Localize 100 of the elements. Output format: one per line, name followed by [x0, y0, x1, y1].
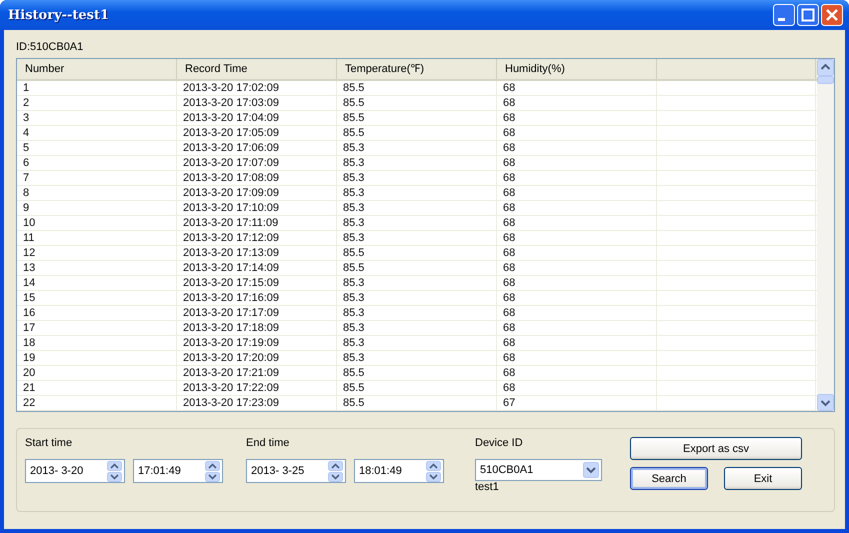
- table-cell: 2: [17, 96, 177, 110]
- table-cell: 68: [497, 261, 657, 275]
- close-button[interactable]: [821, 4, 843, 26]
- table-cell: 85.5: [337, 381, 497, 395]
- spin-down-icon[interactable]: [107, 472, 122, 482]
- table-cell: 7: [17, 171, 177, 185]
- table-cell: 2013-3-20 17:16:09: [177, 291, 337, 305]
- table-cell: 2013-3-20 17:04:09: [177, 111, 337, 125]
- device-name: test1: [475, 481, 499, 493]
- table-cell: 85.5: [337, 396, 497, 410]
- table-cell: 85.3: [337, 231, 497, 245]
- column-header[interactable]: Temperature(℉): [337, 59, 497, 79]
- table-cell: 6: [17, 156, 177, 170]
- table-cell: 85.5: [337, 261, 497, 275]
- end-time-field[interactable]: 18:01:49: [354, 459, 444, 483]
- table-cell: 2013-3-20 17:10:09: [177, 201, 337, 215]
- spin-down-icon[interactable]: [328, 472, 343, 482]
- table-cell: 16: [17, 306, 177, 320]
- table-cell: 11: [17, 231, 177, 245]
- table-cell: 68: [497, 276, 657, 290]
- table-cell: 2013-3-20 17:18:09: [177, 321, 337, 335]
- table-cell: 2013-3-20 17:13:09: [177, 246, 337, 260]
- table-cell: 15: [17, 291, 177, 305]
- column-header[interactable]: Number: [17, 59, 177, 79]
- table-cell: 68: [497, 171, 657, 185]
- table-cell: 85.3: [337, 171, 497, 185]
- table-cell: 2013-3-20 17:02:09: [177, 81, 337, 95]
- column-header[interactable]: Record Time: [177, 59, 337, 79]
- table-cell: 68: [497, 201, 657, 215]
- maximize-button[interactable]: [797, 4, 819, 26]
- device-dropdown[interactable]: 510CB0A1: [475, 459, 602, 481]
- table-cell: 2013-3-20 17:20:09: [177, 351, 337, 365]
- table-cell: 17: [17, 321, 177, 335]
- table-cell: 21: [17, 381, 177, 395]
- table-cell: 85.3: [337, 321, 497, 335]
- dropdown-icon[interactable]: [583, 462, 599, 478]
- scrollbar[interactable]: [817, 59, 834, 411]
- table-cell: 68: [497, 111, 657, 125]
- exit-button[interactable]: Exit: [724, 467, 802, 490]
- table-cell: 68: [497, 231, 657, 245]
- table-cell: 68: [497, 141, 657, 155]
- start-date-field[interactable]: 2013- 3-20: [25, 459, 125, 483]
- column-header[interactable]: Humidity(%): [497, 59, 657, 79]
- table-cell: 9: [17, 201, 177, 215]
- device-id-label: ID:510CB0A1: [16, 40, 84, 55]
- table-cell: 2013-3-20 17:17:09: [177, 306, 337, 320]
- table-cell: 2013-3-20 17:03:09: [177, 96, 337, 110]
- scroll-down-icon[interactable]: [817, 394, 834, 411]
- export-button[interactable]: Export as csv: [630, 437, 802, 460]
- table-cell: 85.3: [337, 201, 497, 215]
- table-cell: 85.3: [337, 351, 497, 365]
- table-cell: 10: [17, 216, 177, 230]
- minimize-button[interactable]: [773, 4, 795, 26]
- device-id-label: Device ID: [475, 437, 523, 451]
- table-cell: 3: [17, 111, 177, 125]
- table-cell: 68: [497, 186, 657, 200]
- spin-up-icon[interactable]: [426, 460, 441, 470]
- table-cell: 2013-3-20 17:09:09: [177, 186, 337, 200]
- start-time-field[interactable]: 17:01:49: [133, 459, 223, 483]
- table-cell: 85.3: [337, 291, 497, 305]
- table-cell: 85.5: [337, 111, 497, 125]
- table-cell: 68: [497, 81, 657, 95]
- table-cell: 85.5: [337, 81, 497, 95]
- table-cell: 68: [497, 336, 657, 350]
- spin-down-icon[interactable]: [205, 472, 220, 482]
- table-cell: 2013-3-20 17:14:09: [177, 261, 337, 275]
- table-cell: 85.3: [337, 186, 497, 200]
- end-time-label: End time: [246, 437, 290, 451]
- table-cell: 22: [17, 396, 177, 410]
- table-cell: 2013-3-20 17:23:09: [177, 396, 337, 410]
- scroll-up-icon[interactable]: [817, 59, 834, 76]
- table-cell: 85.3: [337, 216, 497, 230]
- table-cell: 68: [497, 351, 657, 365]
- table-cell: 2013-3-20 17:12:09: [177, 231, 337, 245]
- spin-up-icon[interactable]: [107, 460, 122, 470]
- table-cell: 68: [497, 291, 657, 305]
- table-cell: 68: [497, 306, 657, 320]
- table-cell: 85.3: [337, 156, 497, 170]
- table-cell: 68: [497, 156, 657, 170]
- table-cell: 68: [497, 246, 657, 260]
- end-date-field[interactable]: 2013- 3-25: [246, 459, 346, 483]
- table-cell: 68: [497, 126, 657, 140]
- spin-down-icon[interactable]: [426, 472, 441, 482]
- table-cell: 85.3: [337, 276, 497, 290]
- table-cell: 2013-3-20 17:05:09: [177, 126, 337, 140]
- table-cell: 68: [497, 321, 657, 335]
- search-button[interactable]: Search: [630, 467, 708, 490]
- table-cell: 12: [17, 246, 177, 260]
- table-cell: 20: [17, 366, 177, 380]
- scroll-thumb[interactable]: [817, 76, 834, 84]
- table-cell: 14: [17, 276, 177, 290]
- spin-up-icon[interactable]: [328, 460, 343, 470]
- table-cell: 2013-3-20 17:07:09: [177, 156, 337, 170]
- table-cell: 2013-3-20 17:11:09: [177, 216, 337, 230]
- table-cell: 19: [17, 351, 177, 365]
- table-cell: 5: [17, 141, 177, 155]
- table-cell: 2013-3-20 17:22:09: [177, 381, 337, 395]
- table-cell: 2013-3-20 17:08:09: [177, 171, 337, 185]
- table-cell: 1: [17, 81, 177, 95]
- spin-up-icon[interactable]: [205, 460, 220, 470]
